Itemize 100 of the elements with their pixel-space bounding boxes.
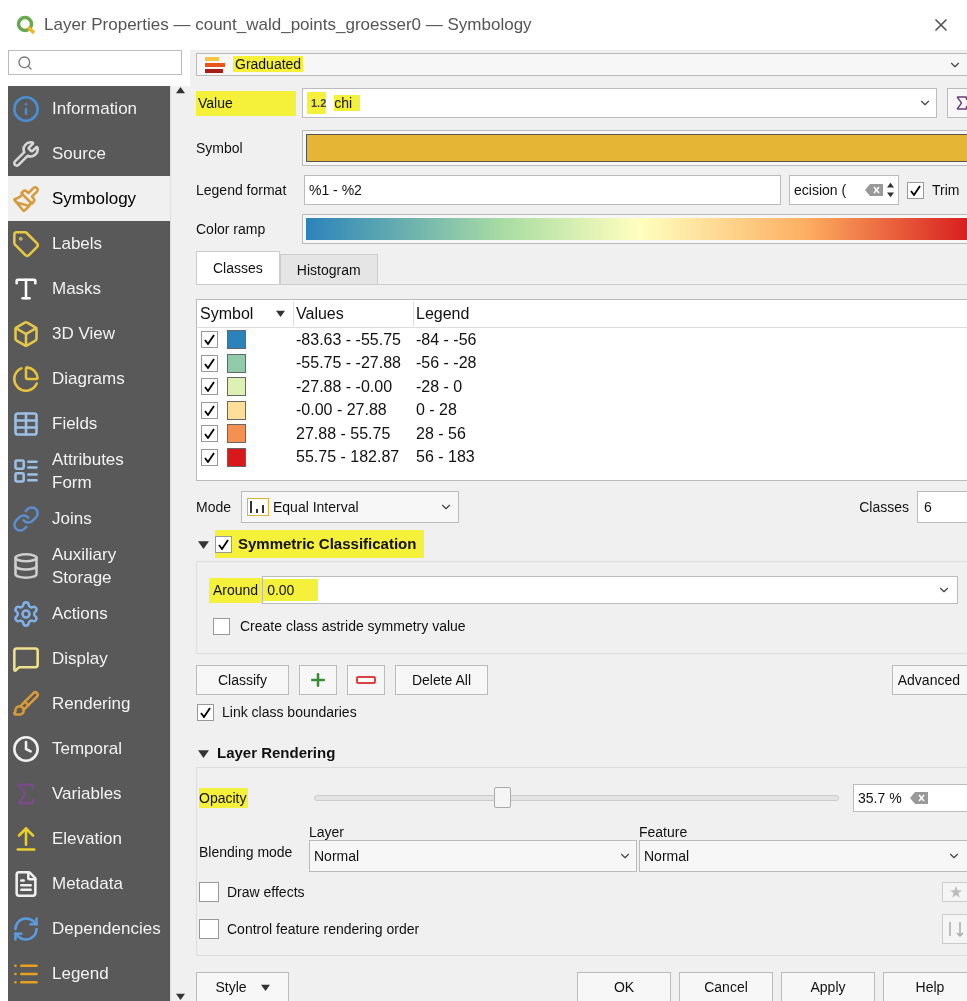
- feature-label: Feature: [639, 823, 689, 840]
- column-header[interactable]: Values: [294, 301, 414, 326]
- sidebar-item[interactable]: Masks: [8, 266, 170, 311]
- renderer-value: Graduated: [233, 55, 305, 74]
- color-ramp-label: Color ramp: [196, 219, 267, 239]
- advanced-button[interactable]: Advanced: [891, 665, 967, 695]
- style-button[interactable]: Style: [196, 972, 289, 1001]
- table-cell-text: -27.88 - -0.00: [295, 376, 394, 397]
- checkbox[interactable]: [199, 882, 219, 902]
- delete-all-button[interactable]: Delete All: [395, 665, 488, 695]
- paintbrush-icon: [12, 184, 40, 213]
- scroll-down-icon[interactable]: [176, 992, 185, 1001]
- checkbox[interactable]: [199, 919, 219, 939]
- sidebar-item[interactable]: Elevation: [8, 816, 170, 861]
- row-checkbox[interactable]: [201, 425, 218, 443]
- color-swatch[interactable]: [227, 353, 246, 373]
- trim-label: Trim: [932, 180, 960, 200]
- sidebar-item[interactable]: Legend: [8, 951, 170, 996]
- sidebar-item[interactable]: Metadata: [8, 861, 170, 906]
- opacity-spinbox[interactable]: 35.7 %: [853, 784, 967, 812]
- checkbox[interactable]: [213, 618, 230, 635]
- table-cell-text: 0 - 28: [415, 400, 457, 421]
- sidebar-item[interactable]: Source: [8, 131, 170, 176]
- link-icon: [12, 504, 40, 533]
- sidebar-item[interactable]: Auxiliary Storage: [8, 541, 170, 591]
- table-cell-text: -0.00 - 27.88: [295, 400, 388, 421]
- spin-down-icon[interactable]: [887, 191, 894, 198]
- sort-icon: [947, 920, 965, 938]
- column-header[interactable]: Symbol: [197, 301, 294, 326]
- sidebar-item[interactable]: Joins: [8, 496, 170, 541]
- value-combobox[interactable]: 1.2 chi: [302, 88, 937, 118]
- mode-label: Mode: [196, 497, 233, 517]
- opacity-label: Opacity: [199, 787, 249, 808]
- sidebar-item[interactable]: Actions: [8, 591, 170, 636]
- sidebar-item[interactable]: Information: [8, 86, 170, 131]
- search-icon: [17, 54, 33, 71]
- add-class-button[interactable]: [299, 665, 337, 695]
- help-button[interactable]: Help: [883, 972, 967, 1001]
- color-swatch[interactable]: [227, 400, 246, 420]
- checkmark-icon: [218, 538, 229, 550]
- sidebar-item[interactable]: Dependencies: [8, 906, 170, 951]
- feature-blend-dropdown[interactable]: Normal: [639, 840, 967, 872]
- classify-button[interactable]: Classify: [196, 665, 289, 695]
- legend-format-field[interactable]: %1 - %2: [304, 175, 781, 205]
- color-swatch[interactable]: [227, 377, 246, 397]
- color-swatch[interactable]: [227, 330, 246, 350]
- wrench-icon: [12, 139, 40, 168]
- slider-thumb[interactable]: [493, 787, 511, 808]
- column-header[interactable]: Legend: [414, 301, 470, 326]
- table-cell-text: 56 - 183: [415, 447, 475, 468]
- sidebar-item[interactable]: Diagrams: [8, 356, 170, 401]
- collapse-caret-icon[interactable]: [198, 538, 209, 550]
- remove-class-button[interactable]: [347, 665, 385, 695]
- sidebar-item[interactable]: Rendering: [8, 681, 170, 726]
- spin-up-icon[interactable]: [887, 182, 894, 189]
- collapse-caret-icon[interactable]: [198, 747, 209, 759]
- row-checkbox[interactable]: [201, 331, 218, 349]
- apply-button[interactable]: Apply: [781, 972, 875, 1001]
- checkbox[interactable]: [907, 181, 924, 199]
- color-swatch[interactable]: [227, 447, 246, 467]
- row-checkbox[interactable]: [201, 354, 218, 372]
- sidebar-item[interactable]: Display: [8, 636, 170, 681]
- link-boundaries-label: Link class boundaries: [222, 703, 357, 722]
- row-checkbox[interactable]: [201, 401, 218, 419]
- table-cell-text: -56 - -28: [415, 353, 477, 374]
- color-swatch[interactable]: [227, 424, 246, 444]
- sidebar-item[interactable]: Temporal: [8, 726, 170, 771]
- ok-button[interactable]: OK: [577, 972, 671, 1001]
- sidebar-item[interactable]: Symbology: [8, 176, 170, 221]
- classes-spinbox[interactable]: 6: [917, 491, 967, 523]
- brush-icon: [12, 689, 40, 718]
- search-field[interactable]: [8, 50, 182, 75]
- layer-label: Layer: [309, 823, 346, 840]
- star-icon: [950, 886, 962, 898]
- layer-blend-dropdown[interactable]: Normal: [309, 840, 637, 872]
- renderer-dropdown[interactable]: Graduated: [196, 53, 967, 76]
- scroll-up-icon[interactable]: [176, 86, 185, 95]
- checkmark-icon: [204, 334, 215, 346]
- precision-spinbox[interactable]: ecision (: [789, 175, 899, 205]
- row-checkbox[interactable]: [201, 448, 218, 466]
- tab[interactable]: Classes: [196, 251, 280, 284]
- mode-dropdown[interactable]: Equal Interval: [241, 491, 459, 523]
- sidebar-item[interactable]: Fields: [8, 401, 170, 446]
- checkbox[interactable]: [197, 704, 214, 721]
- tab[interactable]: Histogram: [279, 254, 378, 284]
- table-icon: [12, 409, 40, 438]
- plus-icon: [308, 670, 328, 690]
- sidebar-item[interactable]: Variables: [8, 771, 170, 816]
- sidebar-item[interactable]: Attributes Form: [8, 446, 170, 496]
- sidebar-item[interactable]: 3D View: [8, 311, 170, 356]
- table-cell-text: -83.63 - -55.75: [295, 329, 402, 350]
- around-combobox[interactable]: 0.00: [262, 576, 958, 604]
- row-checkbox[interactable]: [201, 378, 218, 396]
- clear-icon: [909, 792, 928, 804]
- group-checkbox[interactable]: [215, 535, 232, 553]
- arrows-icon: [12, 914, 40, 943]
- cancel-button[interactable]: Cancel: [679, 972, 773, 1001]
- numeric-type-badge: 1.2: [307, 91, 327, 115]
- astride-label: Create class astride symmetry value: [240, 617, 466, 636]
- sidebar-item[interactable]: Labels: [8, 221, 170, 266]
